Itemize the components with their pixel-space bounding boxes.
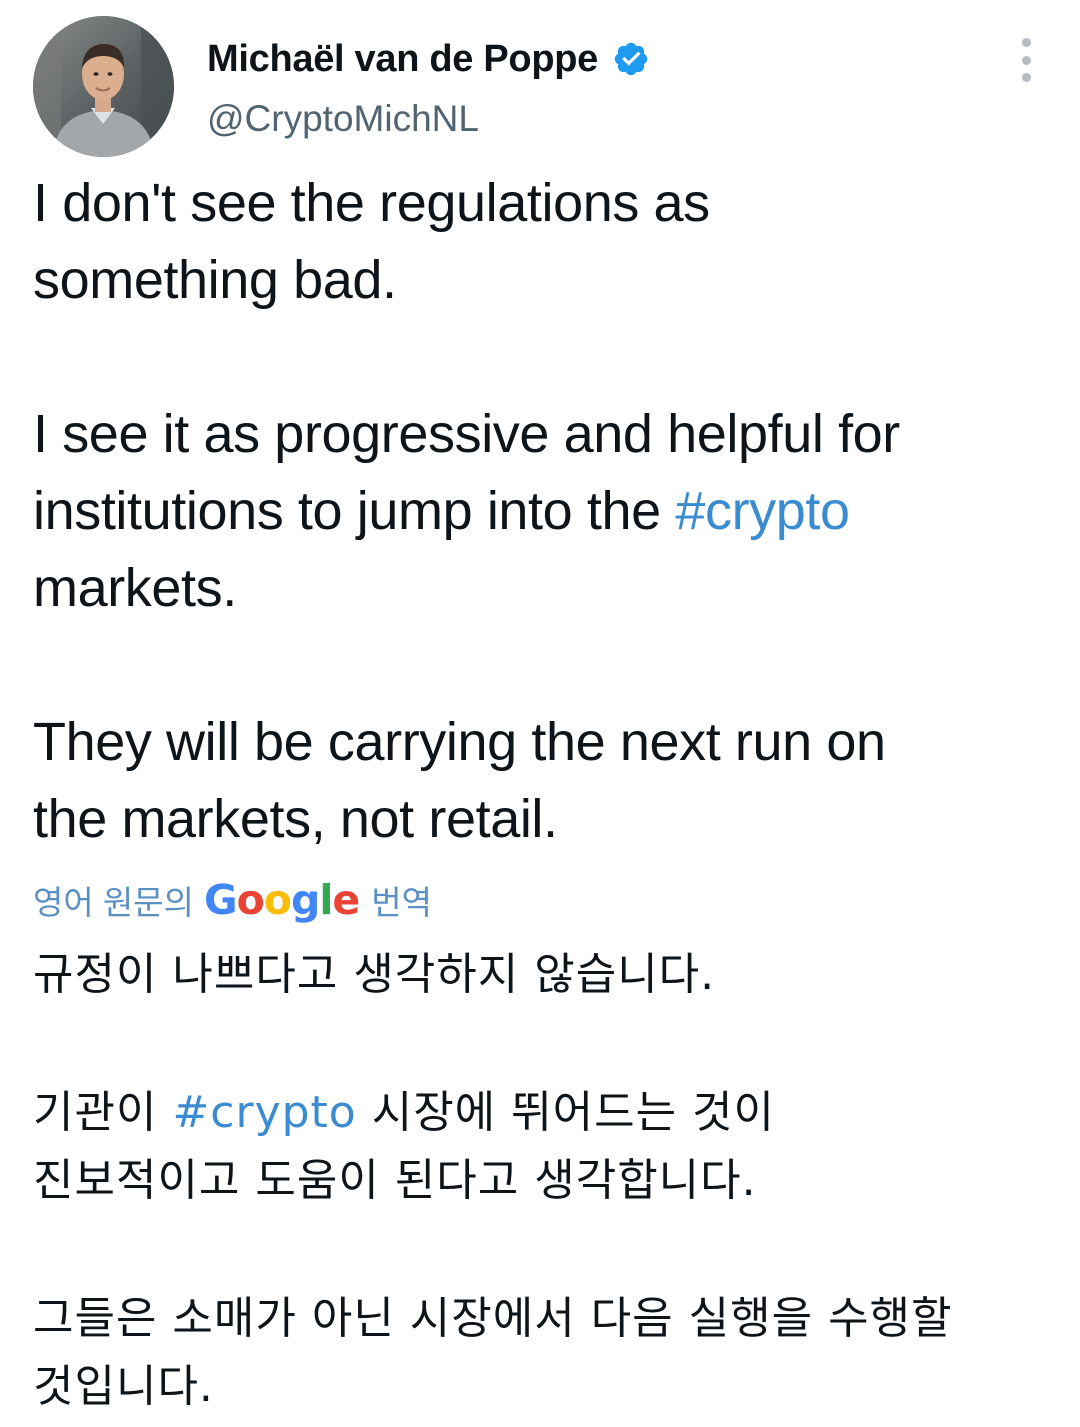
tweet-text-span: institutions to jump into the (33, 481, 676, 541)
author-name-row[interactable]: Michaël van de Poppe (207, 36, 650, 82)
author-handle[interactable]: @CryptoMichNL (207, 98, 479, 140)
tweet-line: I don't see the regulations as (33, 173, 710, 233)
translated-line: 그들은 소매가 아닌 시장에서 다음 실행을 수행할 (33, 1293, 953, 1344)
translated-line: 것입니다. (33, 1361, 214, 1412)
tweet-line: the markets, not retail. (33, 789, 558, 849)
tweet-line: institutions to jump into the #crypto (33, 473, 1053, 550)
translated-text: 규정이 나쁘다고 생각하지 않습니다. 기관이 #crypto 시장에 뛰어드는… (33, 941, 1053, 1421)
avatar[interactable] (33, 16, 174, 157)
tweet-line: They will be carrying the next run on (33, 712, 886, 772)
more-dot (1021, 38, 1031, 47)
translated-span: 기관이 (33, 1087, 173, 1138)
translated-line: 기관이 #crypto 시장에 뛰어드는 것이 (33, 1079, 1053, 1147)
translated-line: 규정이 나쁘다고 생각하지 않습니다. (33, 949, 716, 1000)
tweet-card: Michaël van de Poppe @CryptoMichNL I don… (0, 0, 1080, 1427)
more-dot (1021, 55, 1031, 65)
author-name[interactable]: Michaël van de Poppe (207, 38, 598, 81)
translation-suffix: 번역 (371, 884, 432, 921)
hashtag-link[interactable]: #crypto (172, 1087, 356, 1138)
tweet-line: I see it as progressive and helpful for (33, 404, 900, 464)
translation-prefix: 영어 원문의 (33, 884, 194, 921)
hashtag-link[interactable]: #crypto (675, 481, 850, 541)
tweet-line: something bad. (33, 250, 397, 310)
user-avatar-photo-icon (33, 16, 174, 157)
more-options-vertical-icon[interactable] (1011, 38, 1041, 82)
translated-span: 시장에 뛰어드는 것이 (356, 1087, 776, 1138)
tweet-line: markets. (33, 558, 237, 618)
translation-attribution[interactable]: 영어 원문의 Google 번역 (33, 872, 432, 928)
verified-badge-icon (612, 40, 650, 78)
translated-line: 진보적이고 도움이 된다고 생각합니다. (33, 1155, 757, 1206)
more-dot (1021, 73, 1031, 82)
google-logo-icon: Google (203, 876, 360, 924)
tweet-text: I don't see the regulations as something… (33, 165, 1053, 858)
